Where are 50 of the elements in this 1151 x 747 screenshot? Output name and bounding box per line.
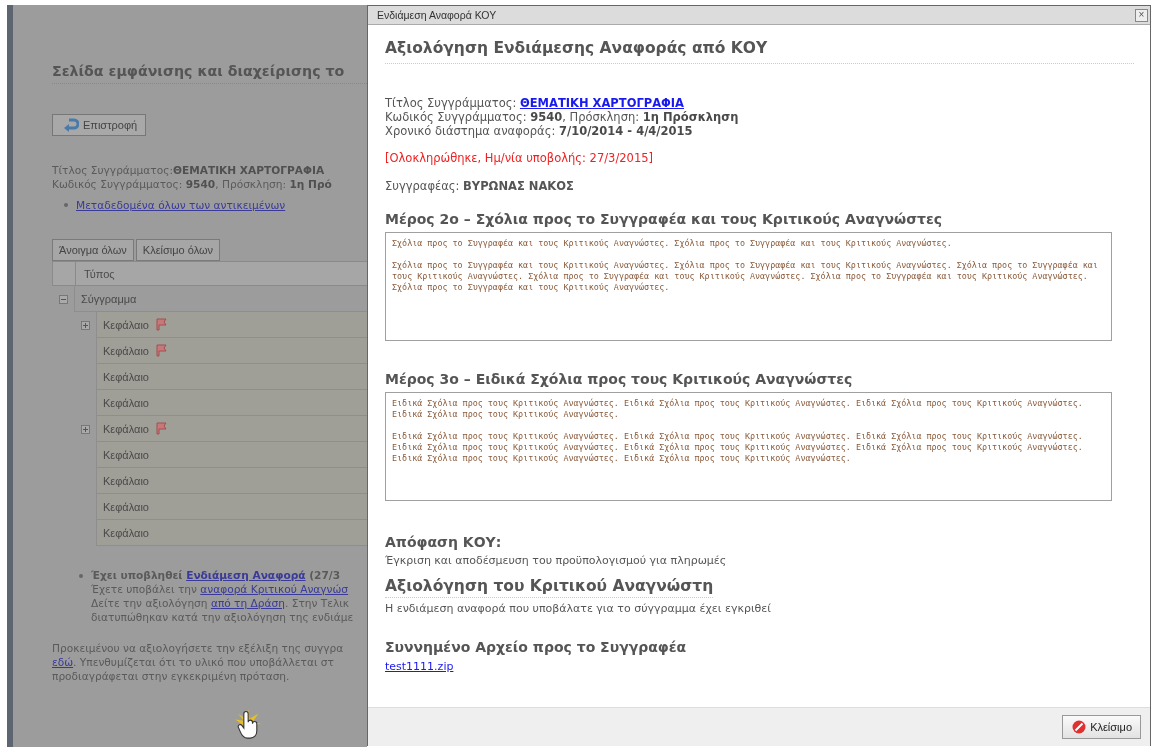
section-title: Απόφαση ΚΟΥ: [385, 534, 503, 550]
flag-icon [155, 422, 169, 435]
flag-icon [155, 344, 169, 357]
tree-item[interactable]: Σύγγραμμα [81, 292, 137, 305]
author-line: Συγγραφέας: ΒΥΡΩΝΑΣ ΝΑΚΟΣ [385, 179, 575, 193]
collapse-all-button[interactable]: Κλείσιμο όλων [135, 239, 221, 261]
close-dialog-button[interactable]: Κλείσιμο [1062, 715, 1141, 739]
notice-link[interactable]: από τη Δράση [210, 597, 285, 609]
review-text: Η ενδιάμεση αναφορά που υποβάλατε για το σύγγραμμα έχει εγκριθεί [385, 602, 772, 615]
book-title-link[interactable]: ΘΕΜΑΤΙΚΗ ΧΑΡΤΟΓΡΑΦΙΑ [519, 96, 685, 110]
info-line: Κωδικός Συγγράμματος: 9540, Πρόσκληση: 1η Πρό [52, 177, 333, 191]
tree-item[interactable]: Κεφάλαιο [103, 396, 149, 409]
tree-item[interactable]: Κεφάλαιο [103, 500, 149, 513]
info-line: Τίτλος Συγγράμματος:ΘΕΜΑΤΙΚΗ ΧΑΡΤΟΓΡΑΦΙΑ [52, 163, 326, 177]
comments-field[interactable]: Σχόλια προς το Συγγραφέα και τους Κριτικούς Αναγνώστες. Σχόλια προς το Συγγραφέα και τους Κριτικούς Αναγνώστες. Σχόλια προς το Συγγραφέα και τους Κριτικούς Αναγνώστες. Σχόλια προς το Συγγραφέα και τους Κριτικούς Αναγνώστες. Σχόλια προς το Συγγραφέα και τους Κριτικούς Αναγνώστες. Σχόλια προς το Συγγραφέα και τους Κριτικούς Αναγνώστες. Σχόλια προς το Συγγραφέα και τους Κριτικούς Αναγνώστες. Σχόλια προς το Συγγραφέα και τους Κριτικούς Αναγνώστες. [385, 232, 1112, 341]
expand-icon[interactable] [80, 424, 90, 434]
close-button[interactable]: × [1135, 8, 1148, 22]
section-title: Συννημένο Αρχείο προς το Συγγραφέα [385, 639, 688, 655]
collapse-icon[interactable] [58, 294, 68, 304]
attachment-link[interactable]: test1111.zip [385, 660, 454, 673]
section-title: Αξιολόγηση του Κριτικού Αναγνώστη [385, 577, 714, 598]
flag-icon [155, 318, 169, 331]
info-line: Χρονικό διάστημα αναφοράς: 7/10/2014 - 4/4/2015 [385, 124, 694, 138]
info-line: Κωδικός Συγγράμματος: 9540, Πρόσκληση: 1η Πρόσκληση [385, 110, 740, 124]
back-button[interactable]: Επιστροφή [52, 114, 147, 136]
dialog-title: Ενδιάμεση Αναφορά ΚΟΥ [377, 9, 497, 21]
metadata-link[interactable]: Μεταδεδομένα όλων των αντικειμένων [76, 199, 286, 211]
section-title: Μέρος 3ο – Ειδικά Σχόλια προς τους Κριτικούς Αναγνώστες [385, 371, 854, 387]
tree-item[interactable]: Κεφάλαιο [103, 422, 149, 435]
tree-item[interactable]: Κεφάλαιο [103, 370, 149, 383]
return-arrow-icon [63, 118, 79, 132]
instructions-text: Προκειμένου να αξιολογήσετε την εξέλιξη της συγγρα εδώ. Υπενθυμίζεται ότι το υλικό που υποβάλλεται στ προδιαγράφεται στην εγκεκριμένη πρόταση. [52, 641, 345, 683]
decision-text: Έγκριση και αποδέσμευση του προϋπολογισμού για πληρωμές [385, 554, 728, 567]
tree-item[interactable]: Κεφάλαιο [103, 448, 149, 461]
comments-field[interactable]: Ειδικά Σχόλια προς τους Κριτικούς Αναγνώστες. Ειδικά Σχόλια προς τους Κριτικούς Αναγνώστες. Ειδικά Σχόλια προς τους Κριτικούς Αναγνώστες. Ειδικά Σχόλια προς τους Κριτικούς Αναγνώστες. Ειδικά Σχόλια προς τους Κριτικούς Αναγνώστες. Ειδικά Σχόλια προς τους Κριτικούς Αναγνώστες. Ειδικά Σχόλια προς τους Κριτικούς Αναγνώστες. Ειδικά Σχόλια προς τους Κριτικούς Αναγνώστες. Ειδικά Σχόλια προς τους Κριτικούς Αναγνώστες. Ειδικά Σχόλια προς τους Κριτικούς Αναγνώστες. Ειδικά Σχόλια προς τους Κριτικούς Αναγνώστες. Ειδικά Σχόλια προς τους Κριτικούς Αναγνώστες. [385, 392, 1112, 501]
cancel-icon [1072, 720, 1087, 734]
expand-icon[interactable] [80, 320, 90, 330]
notice-link[interactable]: Ενδιάμεση Αναφορά [186, 569, 306, 581]
info-line: Τίτλος Συγγράμματος: ΘΕΜΑΤΙΚΗ ΧΑΡΤΟΓΡΑΦΙΑ [385, 96, 686, 110]
dialog-heading: Αξιολόγηση Ενδιάμεσης Αναφοράς από ΚΟΥ [385, 39, 1134, 64]
tree-item[interactable]: Κεφάλαιο [103, 526, 149, 539]
status-text: [Ολοκληρώθηκε, Ημ/νία υποβολής: 27/3/2015] [385, 151, 654, 165]
notice-text: Έχει υποβληθεί Ενδιάμεση Αναφορά (27/3 Έχετε υποβάλει την αναφορά Κριτικού Αναγνώσ Δείτε την αξιολόγηση από τη Δράση. Στην Τελικ διατυπώθηκαν κατά την αξιολόγηση της ενδιάμε [91, 568, 354, 624]
tree-item[interactable]: Κεφάλαιο [103, 318, 149, 331]
notice-link[interactable]: αναφορά Κριτικού Αναγνώσ [200, 583, 349, 595]
tree-item[interactable]: Κεφάλαιο [103, 344, 149, 357]
column-header: Τύπος [83, 267, 116, 282]
tree-item[interactable]: Κεφάλαιο [103, 474, 149, 487]
expand-all-button[interactable]: Άνοιγμα όλων [52, 239, 134, 261]
section-title: Μέρος 2ο – Σχόλια προς το Συγγραφέα και τους Κριτικούς Αναγνώστες [385, 211, 944, 227]
